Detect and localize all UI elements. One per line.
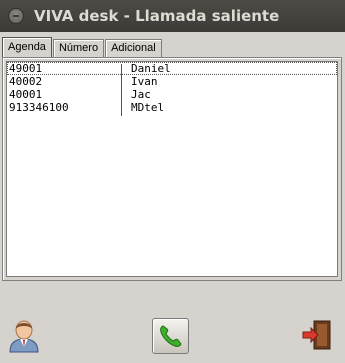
contact-name: Ivan (131, 75, 158, 88)
contact-number: 49001 (9, 62, 43, 75)
contact-name: Jac (131, 88, 151, 101)
list-item[interactable]: 40002 Ivan (7, 75, 337, 88)
title-bar[interactable]: VIVA desk - Llamada saliente (0, 0, 345, 32)
list-item[interactable]: 913346100 MDtel (7, 101, 337, 114)
tab-adicional[interactable]: Adicional (105, 39, 162, 57)
tab-agenda[interactable]: Agenda (2, 37, 52, 57)
tab-numero[interactable]: Número (52, 39, 105, 57)
call-button[interactable] (152, 318, 189, 354)
exit-button[interactable] (298, 316, 336, 354)
contact-name: Daniel (131, 62, 171, 75)
window-close-button[interactable] (8, 8, 24, 24)
window-title: VIVA desk - Llamada saliente (34, 7, 280, 25)
contact-number: 40001 (9, 88, 43, 101)
user-avatar-icon (9, 320, 39, 353)
phone-handset-icon (159, 325, 182, 347)
contact-number: 913346100 (9, 101, 69, 114)
agenda-panel: 49001 Daniel 40002 Ivan 40001 Jac 913346… (2, 57, 342, 281)
list-item[interactable]: 40001 Jac (7, 88, 337, 101)
list-item[interactable]: 49001 Daniel (7, 62, 337, 75)
contact-number: 40002 (9, 75, 43, 88)
contacts-button[interactable] (5, 316, 43, 354)
agenda-list[interactable]: 49001 Daniel 40002 Ivan 40001 Jac 913346… (6, 61, 338, 277)
outgoing-call-window: VIVA desk - Llamada saliente Agenda Núme… (0, 0, 345, 363)
exit-door-icon (302, 320, 331, 350)
tab-bar: Agenda Número Adicional (2, 37, 163, 57)
contact-name: MDtel (131, 101, 165, 114)
